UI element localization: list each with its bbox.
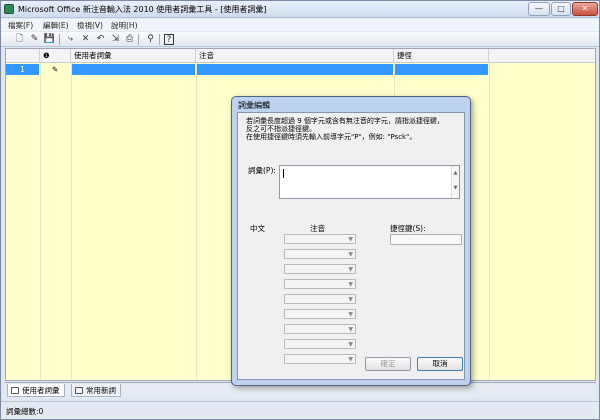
word-edit-dialog: 詞彙編輯 若詞彙長度超過 9 個字元或含有無注音的字元，請指派捷徑鍵， 反之可不… [231, 96, 471, 386]
header-shortcut[interactable]: 捷徑 [394, 49, 489, 63]
chevron-down-icon: ▼ [348, 341, 353, 348]
zhuyin-combo-9[interactable]: ▼ [284, 354, 356, 364]
find-icon[interactable]: ⚲ [144, 33, 157, 46]
zhuyin-combo-5[interactable]: ▼ [284, 294, 356, 304]
app-window: Microsoft Office 新注音輸入法 2010 使用者詞彙工具 - [… [0, 0, 600, 420]
app-icon [4, 4, 14, 14]
ok-button[interactable]: 確定 [365, 357, 411, 371]
cell-zhuyin[interactable] [196, 64, 394, 75]
zhuyin-combo-4[interactable]: ▼ [284, 279, 356, 289]
chevron-down-icon: ▼ [348, 326, 353, 333]
close-button[interactable]: ✕ [572, 2, 598, 16]
chevron-down-icon: ▼ [348, 236, 353, 243]
grid-header: ❶ 使用者詞彙 注音 捷徑 [6, 49, 595, 63]
header-row-number [6, 49, 40, 63]
common-words-tab-icon [75, 387, 83, 394]
tab-common-new-words-label: 常用新詞 [86, 386, 116, 395]
tab-user-words-label: 使用者詞彙 [22, 386, 60, 395]
status-bar: 詞彙總數:0 [1, 401, 599, 419]
maximize-button[interactable]: □ [551, 2, 571, 16]
word-input[interactable]: ▲ ▼ [279, 165, 460, 199]
undo-icon[interactable]: ↶ [94, 33, 107, 46]
chinese-label: 中文 [250, 224, 265, 233]
user-words-tab-icon [11, 387, 19, 394]
menu-help[interactable]: 說明(H) [111, 20, 138, 31]
zhuyin-combo-3[interactable]: ▼ [284, 264, 356, 274]
open-icon[interactable]: ✎ [28, 33, 41, 46]
add-word-icon[interactable]: ⤷ [64, 33, 77, 46]
shortcut-label: 捷徑鍵(S): [390, 224, 426, 233]
dialog-note-line2: 反之可不指派捷徑鍵。 [246, 125, 316, 133]
title-bar[interactable]: Microsoft Office 新注音輸入法 2010 使用者詞彙工具 - [… [1, 1, 599, 18]
dialog-body: 若詞彙長度超過 9 個字元或含有無注音的字元，請指派捷徑鍵， 反之可不指派捷徑鍵… [237, 112, 465, 380]
cell-shortcut[interactable] [394, 64, 489, 75]
header-user-word[interactable]: 使用者詞彙 [71, 49, 196, 63]
zhuyin-combo-1[interactable]: ▼ [284, 234, 356, 244]
menu-file[interactable]: 檔案(F) [8, 20, 33, 31]
word-input-scrollbar[interactable]: ▲ ▼ [451, 166, 459, 198]
text-caret [283, 169, 284, 178]
header-status[interactable]: ❶ [40, 49, 71, 63]
toolbar-separator [159, 34, 160, 45]
word-count-status: 詞彙總數:0 [6, 407, 44, 416]
header-zhuyin[interactable]: 注音 [196, 49, 394, 63]
zhuyin-combo-6[interactable]: ▼ [284, 309, 356, 319]
minimize-button[interactable]: — [528, 2, 550, 16]
menu-view[interactable]: 檢視(V) [77, 20, 103, 31]
grid-line [196, 63, 197, 380]
chevron-down-icon: ▼ [348, 296, 353, 303]
new-icon[interactable]: 🗋 [13, 33, 26, 46]
toolbar-separator [59, 34, 60, 45]
grid-line [40, 63, 41, 380]
dialog-title: 詞彙編輯 [238, 101, 270, 110]
shortcut-input[interactable] [390, 234, 462, 245]
toolbar-separator [138, 34, 139, 45]
toolbar: 🗋 ✎ 💾 ⤷ ✕ ↶ ⇲ ⎙ ⚲ ? [1, 32, 599, 47]
print-icon[interactable]: ⎙ [123, 33, 136, 46]
help-icon[interactable]: ? [164, 34, 174, 45]
chevron-down-icon: ▼ [348, 356, 353, 363]
dialog-note-line1: 若詞彙長度超過 9 個字元或含有無注音的字元，請指派捷徑鍵， [246, 117, 444, 125]
tab-user-words[interactable]: 使用者詞彙 [7, 384, 65, 397]
dialog-note-line3: 在使用捷徑鍵時須先輸入前導字元"P"，例如: "Psck"。 [246, 133, 417, 141]
edit-row-icon: ✎ [40, 64, 71, 75]
save-icon[interactable]: 💾 [43, 33, 56, 46]
row-number: 1 [6, 64, 40, 75]
window-title: Microsoft Office 新注音輸入法 2010 使用者詞彙工具 - [… [18, 5, 267, 14]
menu-bar: 檔案(F) 編輯(E) 檢視(V) 說明(H) [1, 19, 599, 31]
cell-word[interactable] [71, 64, 196, 75]
grid-line [71, 63, 72, 380]
tab-common-new-words[interactable]: 常用新詞 [71, 384, 121, 397]
chevron-down-icon: ▼ [348, 311, 353, 318]
table-row[interactable]: 1 ✎ [6, 64, 595, 75]
chevron-down-icon: ▼ [348, 251, 353, 258]
delete-icon[interactable]: ✕ [79, 33, 92, 46]
cancel-button[interactable]: 取消 [417, 357, 463, 371]
zhuyin-label: 注音 [310, 224, 325, 233]
chevron-down-icon: ▼ [348, 266, 353, 273]
word-label: 詞彙(P): [248, 166, 276, 175]
menu-edit[interactable]: 編輯(E) [43, 20, 69, 31]
chevron-down-icon: ▼ [348, 281, 353, 288]
zhuyin-combo-2[interactable]: ▼ [284, 249, 356, 259]
grid-line [489, 63, 490, 380]
zhuyin-combo-7[interactable]: ▼ [284, 324, 356, 334]
zhuyin-combo-8[interactable]: ▼ [284, 339, 356, 349]
import-icon[interactable]: ⇲ [109, 33, 122, 46]
